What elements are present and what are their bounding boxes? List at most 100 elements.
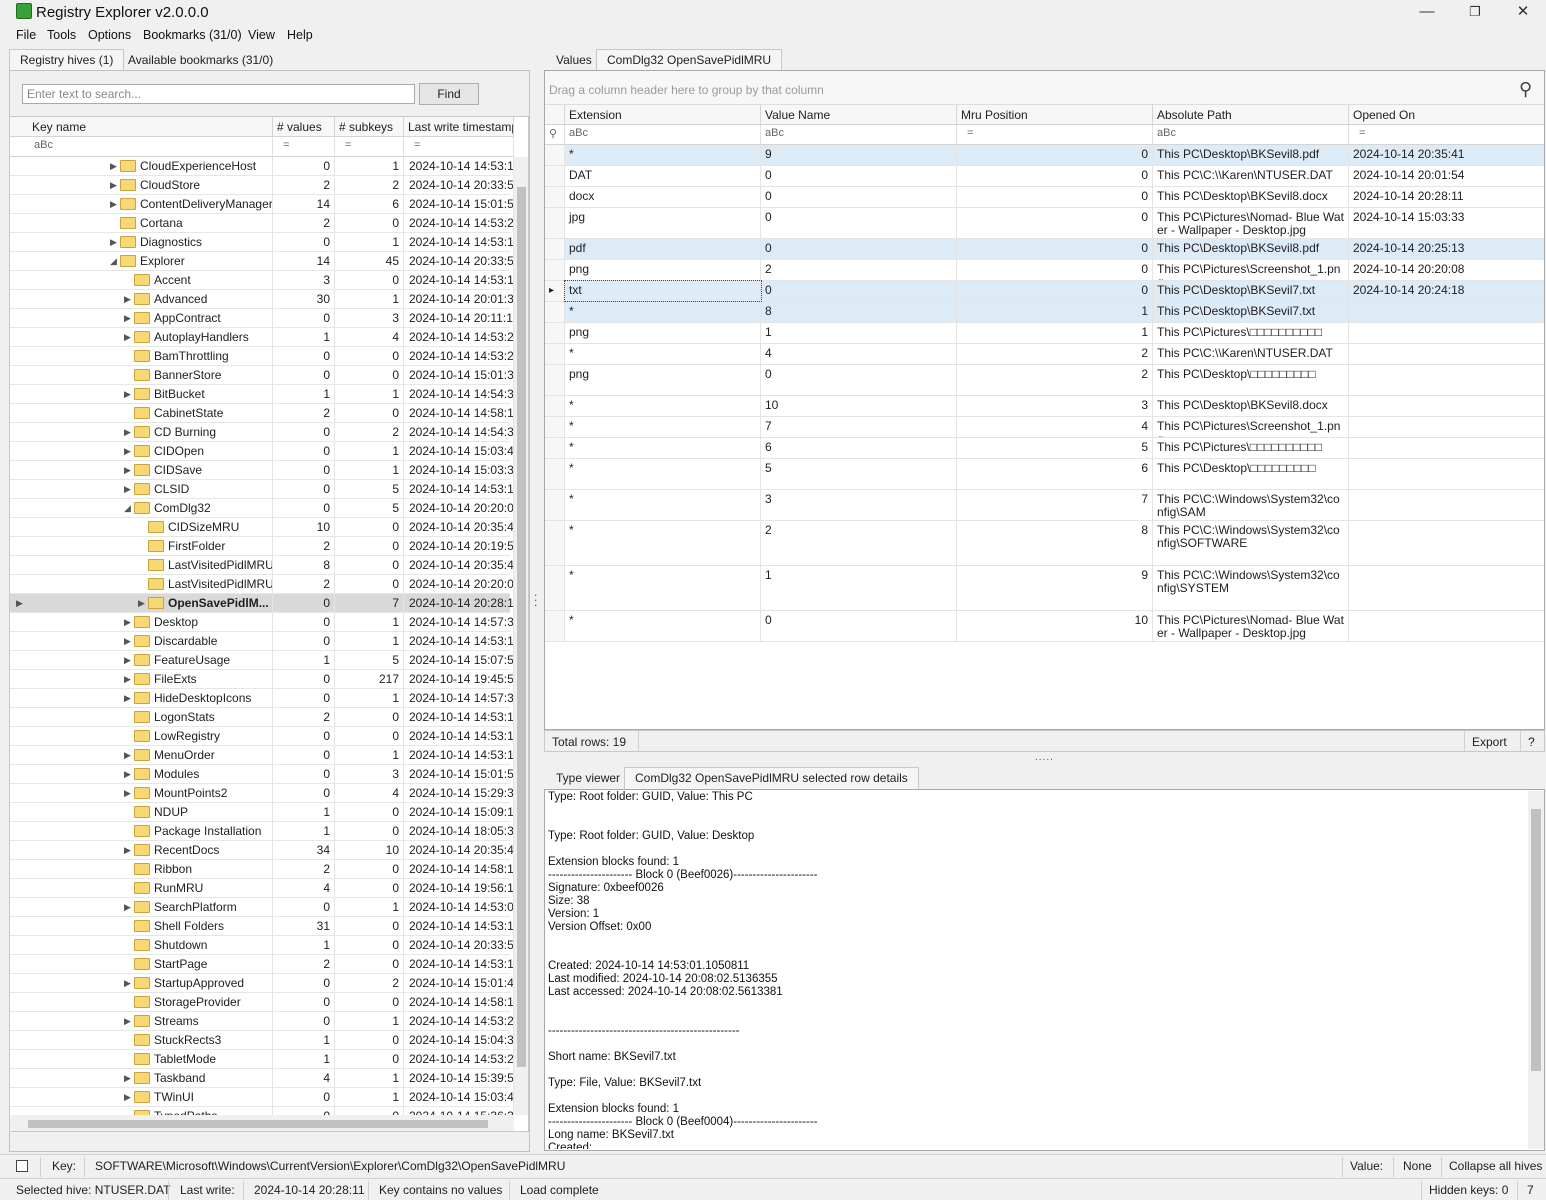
- grid-row[interactable]: png20This PC\Pictures\Screenshot_1.png20…: [545, 260, 1544, 281]
- export-button[interactable]: Export: [1472, 735, 1507, 749]
- group-panel[interactable]: Drag a column header here to group by th…: [545, 71, 1544, 105]
- tree-row[interactable]: CabinetState 2 0 2024-10-14 14:58:11: [10, 404, 514, 423]
- expand-arrow-icon[interactable]: ▶: [124, 423, 131, 441]
- expand-arrow-icon[interactable]: ▶: [124, 309, 131, 327]
- row-indicator[interactable]: [545, 145, 565, 165]
- tree-row[interactable]: StorageProvider 0 0 2024-10-14 14:58:12: [10, 993, 514, 1012]
- filter-subkeys[interactable]: =: [335, 137, 404, 157]
- tree-row[interactable]: Ribbon 2 0 2024-10-14 14:58:14: [10, 860, 514, 879]
- row-indicator[interactable]: [545, 490, 565, 520]
- expand-arrow-icon[interactable]: ▶: [124, 1012, 131, 1030]
- maximize-button[interactable]: ❐: [1457, 2, 1493, 24]
- expand-arrow-icon[interactable]: ▶: [124, 746, 131, 764]
- tree-row[interactable]: ▶ HideDesktopIcons 0 1 2024-10-14 14:57:34: [10, 689, 514, 708]
- search-icon[interactable]: ⚲: [1519, 79, 1532, 100]
- search-input[interactable]: Enter text to search...: [22, 84, 415, 104]
- expand-arrow-icon[interactable]: ▶: [124, 385, 131, 403]
- expand-arrow-icon[interactable]: ▶: [124, 784, 131, 802]
- tree-row[interactable]: ▶ CIDOpen 0 1 2024-10-14 15:03:47: [10, 442, 514, 461]
- row-indicator[interactable]: [545, 438, 565, 458]
- grid-row[interactable]: jpg 0 0 This PC\Pictures\Nomad- Blue Water …: [545, 208, 1544, 239]
- tree-row[interactable]: ▶ CIDSave 0 1 2024-10-14 15:03:30: [10, 461, 514, 480]
- row-indicator[interactable]: [545, 521, 565, 565]
- tree-row[interactable]: NDUP 1 0 2024-10-14 15:09:16: [10, 803, 514, 822]
- tree-row[interactable]: ▶ Modules 0 3 2024-10-14 15:01:58: [10, 765, 514, 784]
- column-key-name[interactable]: Key name: [10, 117, 273, 137]
- tree-row[interactable]: LastVisitedPidlMRU... 2 0 2024-10-14 20:20:…: [10, 575, 514, 594]
- expand-arrow-icon[interactable]: ▶: [124, 898, 131, 916]
- tree-row[interactable]: ▶ CloudExperienceHost 0 1 2024-10-14 14:53:1…: [10, 157, 514, 176]
- filter-value-name[interactable]: aBc: [761, 125, 957, 145]
- row-indicator[interactable]: [545, 166, 565, 186]
- column-last-write[interactable]: Last write timestamp: [404, 117, 514, 137]
- tab-values[interactable]: Values: [545, 49, 603, 71]
- tree-row[interactable]: RunMRU 4 0 2024-10-14 19:56:18: [10, 879, 514, 898]
- expand-arrow-icon[interactable]: ▶: [138, 594, 145, 612]
- tree-row[interactable]: BamThrottling 0 0 2024-10-14 14:53:23: [10, 347, 514, 366]
- menu-file[interactable]: File: [16, 28, 36, 42]
- filter-extension[interactable]: aBc: [565, 125, 761, 145]
- grid-row[interactable]: DAT 0 0 This PC\C:\\Karen\NTUSER.DAT 2024-10…: [545, 166, 1544, 187]
- filter-last-write[interactable]: =: [404, 137, 514, 157]
- row-indicator[interactable]: [545, 365, 565, 395]
- tree-row[interactable]: LastVisitedPidlMRU 8 0 2024-10-14 20:35:41: [10, 556, 514, 575]
- grid-row[interactable]: docx 0 0 This PC\Desktop\BKSevil8.docx 2024-…: [545, 187, 1544, 208]
- expand-arrow-icon[interactable]: ▶: [124, 328, 131, 346]
- grid-row[interactable]: *74This PC\Pictures\Screenshot_1.png: [545, 417, 1544, 438]
- row-indicator[interactable]: [545, 459, 565, 489]
- grid-row[interactable]: * 5 6 This PC\Desktop\□□□□□□□□□: [545, 459, 1544, 490]
- column-values[interactable]: # values: [273, 117, 335, 137]
- expand-arrow-icon[interactable]: ▶: [110, 233, 117, 251]
- row-indicator[interactable]: [545, 302, 565, 322]
- tree-row[interactable]: ▶ CloudStore 2 2 2024-10-14 20:33:57: [10, 176, 514, 195]
- grid-row[interactable]: ▸ txt 0 0 This PC\Desktop\BKSevil7.txt 2024-1…: [545, 280, 1544, 302]
- column-absolute-path[interactable]: Absolute Path: [1153, 105, 1349, 125]
- tree-row[interactable]: Package Installation 1 0 2024-10-14 18:05:3…: [10, 822, 514, 841]
- expand-arrow-icon[interactable]: ▶: [124, 461, 131, 479]
- expand-arrow-icon[interactable]: ▶: [124, 670, 131, 688]
- filter-mru[interactable]: =: [957, 125, 1153, 145]
- tree-row[interactable]: ▶ MenuOrder 0 1 2024-10-14 14:53:17: [10, 746, 514, 765]
- key-checkbox[interactable]: [16, 1160, 28, 1172]
- expand-arrow-icon[interactable]: ▶: [124, 689, 131, 707]
- tree-vscrollbar[interactable]: [514, 157, 528, 1115]
- row-indicator[interactable]: [545, 239, 565, 259]
- collapse-arrow-icon[interactable]: ◢: [110, 252, 117, 270]
- filter-values[interactable]: =: [273, 137, 335, 157]
- expand-arrow-icon[interactable]: ▶: [124, 290, 131, 308]
- grid-row[interactable]: * 10 3 This PC\Desktop\BKSevil8.docx: [545, 396, 1544, 417]
- find-button[interactable]: Find: [419, 83, 479, 105]
- tab-opensavepidlmru[interactable]: ComDlg32 OpenSavePidlMRU: [596, 49, 783, 71]
- tree-row[interactable]: CIDSizeMRU 10 0 2024-10-14 20:35:41: [10, 518, 514, 537]
- row-indicator[interactable]: [545, 344, 565, 364]
- tree-row[interactable]: ◢ ComDlg32 0 5 2024-10-14 20:20:08: [10, 499, 514, 518]
- tree-row[interactable]: Accent 3 0 2024-10-14 14:53:18: [10, 271, 514, 290]
- tree-row[interactable]: ▶ ▶ OpenSavePidlM... 0 7 2024-10-14 20:28:11: [10, 594, 514, 613]
- tab-available-bookmarks[interactable]: Available bookmarks (31/0): [117, 49, 284, 71]
- menu-options[interactable]: Options: [88, 28, 131, 42]
- collapse-arrow-icon[interactable]: ◢: [124, 499, 131, 517]
- row-indicator[interactable]: [545, 323, 565, 343]
- expand-arrow-icon[interactable]: ▶: [124, 632, 131, 650]
- tree-row[interactable]: ▶ ContentDeliveryManager 14 6 2024-10-14 15:…: [10, 195, 514, 214]
- expand-arrow-icon[interactable]: ▶: [110, 157, 117, 175]
- tree-row[interactable]: ▶ SearchPlatform 0 1 2024-10-14 14:53:01: [10, 898, 514, 917]
- row-indicator[interactable]: ▸: [545, 281, 565, 301]
- row-indicator[interactable]: [545, 417, 565, 437]
- grid-row[interactable]: * 8 1 This PC\Desktop\BKSevil7.txt: [545, 302, 1544, 323]
- minimize-button[interactable]: —: [1409, 2, 1445, 24]
- column-value-name[interactable]: Value Name: [761, 105, 957, 125]
- close-button[interactable]: ✕: [1505, 2, 1541, 24]
- filter-path[interactable]: aBc: [1153, 125, 1349, 145]
- tree-row[interactable]: ▶ Desktop 0 1 2024-10-14 14:57:34: [10, 613, 514, 632]
- expand-arrow-icon[interactable]: ▶: [124, 480, 131, 498]
- grid-row[interactable]: * 9 0 This PC\Desktop\BKSevil8.pdf 2024-10-1…: [545, 145, 1544, 166]
- grid-row[interactable]: * 0 10 This PC\Pictures\Nomad- Blue Water -…: [545, 611, 1544, 642]
- tree-row[interactable]: ▶ BitBucket 1 1 2024-10-14 14:54:33: [10, 385, 514, 404]
- tree-row[interactable]: ▶ Advanced 30 1 2024-10-14 20:01:30: [10, 290, 514, 309]
- tree-row[interactable]: ▶ FileExts 0 217 2024-10-14 19:45:53: [10, 670, 514, 689]
- row-indicator[interactable]: [545, 611, 565, 641]
- menu-help[interactable]: Help: [287, 28, 313, 42]
- row-indicator[interactable]: [545, 187, 565, 207]
- tree-row[interactable]: ▶ Discardable 0 1 2024-10-14 14:53:17: [10, 632, 514, 651]
